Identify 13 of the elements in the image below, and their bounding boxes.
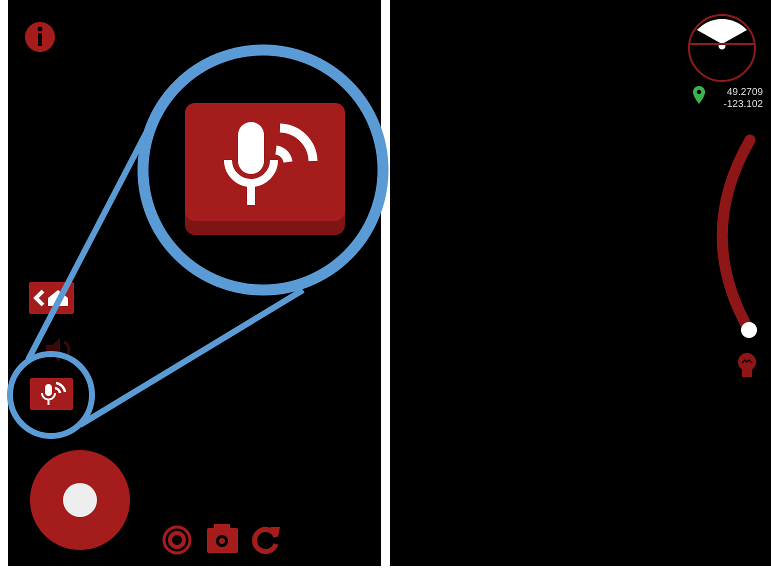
longitude: -123.102 (724, 99, 763, 111)
target-icon[interactable] (162, 526, 192, 554)
microphone-button[interactable] (30, 378, 73, 410)
latitude: 49.2709 (726, 87, 763, 99)
level-indicator-icon (688, 14, 756, 82)
camera-icon[interactable] (207, 524, 238, 553)
zoom-slider[interactable] (716, 134, 757, 338)
info-icon[interactable] (25, 22, 55, 52)
speaker-icon[interactable] (46, 338, 70, 362)
record-button[interactable] (30, 450, 130, 550)
location-pin-icon (693, 86, 705, 104)
refresh-icon[interactable] (252, 527, 280, 554)
slider-thumb[interactable] (741, 322, 757, 338)
